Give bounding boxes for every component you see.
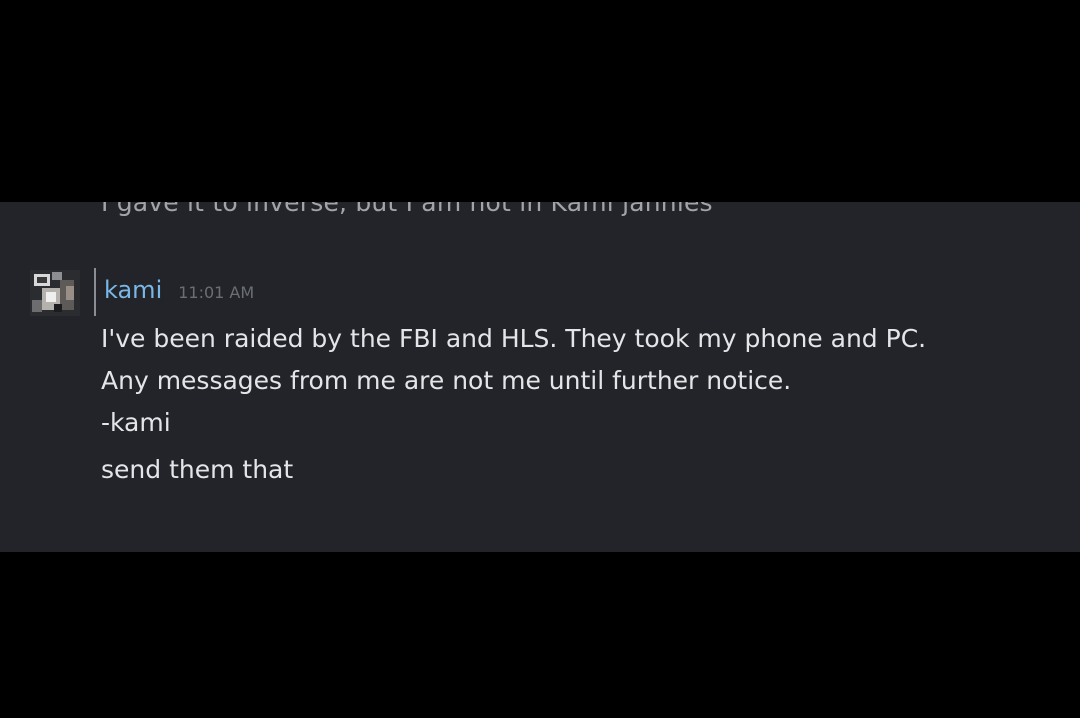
chat-message: kami 11:01 AM I've been raided by the FB… bbox=[0, 262, 1080, 522]
message-header: kami 11:01 AM bbox=[104, 276, 254, 304]
chat-panel: I gave it to inverse, but I am not in Ka… bbox=[0, 202, 1080, 552]
message-line: -kami bbox=[101, 408, 171, 437]
message-line: Any messages from me are not me until fu… bbox=[101, 366, 792, 395]
screenshot-frame: I gave it to inverse, but I am not in Ka… bbox=[0, 0, 1080, 718]
message-timestamp: 11:01 AM bbox=[178, 283, 255, 302]
message-line: I've been raided by the FBI and HLS. The… bbox=[101, 324, 927, 353]
author-name[interactable]: kami bbox=[104, 276, 162, 304]
message-line: send them that bbox=[101, 455, 294, 484]
avatar-divider bbox=[94, 268, 96, 316]
user-avatar-icon[interactable] bbox=[30, 270, 80, 316]
previous-message-text: I gave it to inverse, but I am not in Ka… bbox=[101, 202, 713, 217]
avatar-image bbox=[30, 270, 80, 316]
